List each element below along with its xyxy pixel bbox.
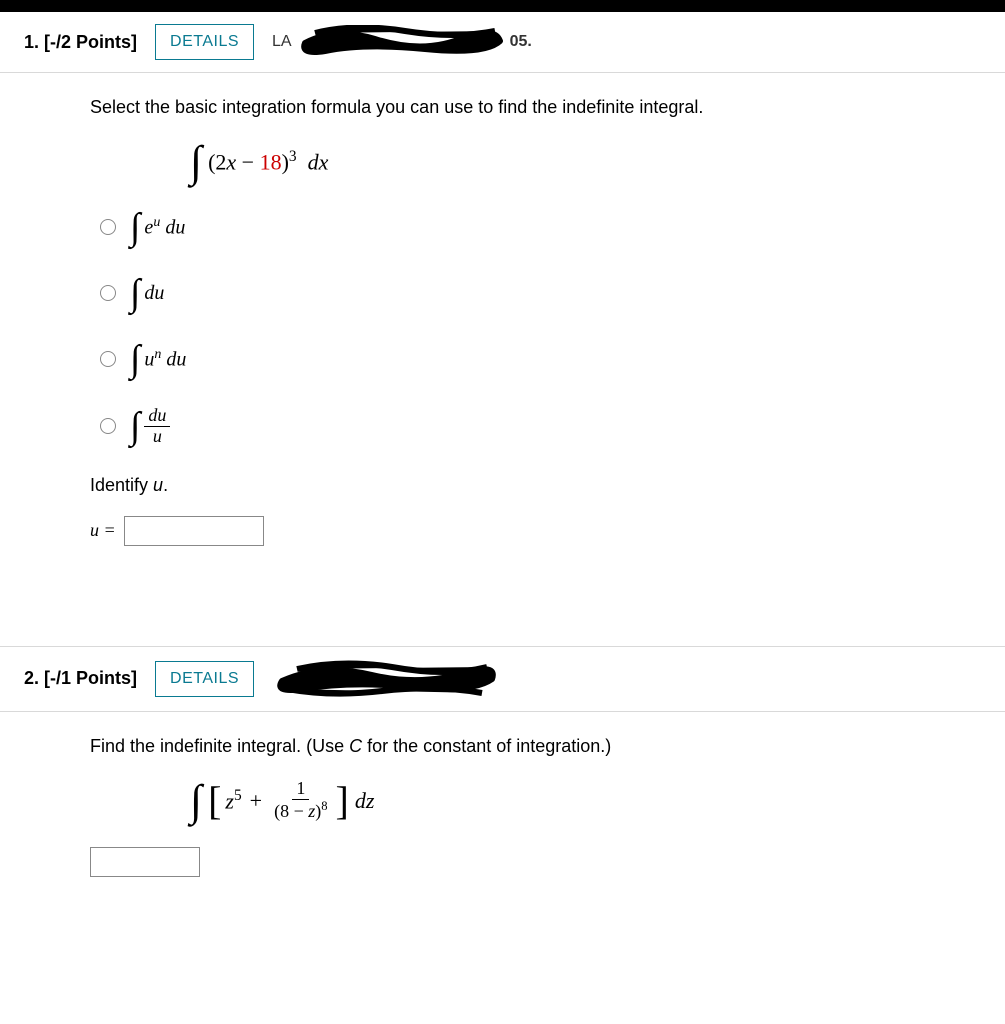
integral-icon: ∫ [130,208,140,246]
details-button[interactable]: DETAILS [155,24,254,60]
details-button[interactable]: DETAILS [155,661,254,697]
q2-header: 2. [-/1 Points] DETAILS [0,646,1005,712]
q2-answer-row [90,847,965,877]
u-answer-input[interactable] [124,516,264,546]
q2-prompt: Find the indefinite integral. (Use C for… [90,736,965,757]
integral-icon: ∫ [130,340,140,378]
right-bracket-icon: ] [336,781,349,821]
radio-button[interactable] [100,285,116,301]
q1-body: Select the basic integration formula you… [0,73,1005,586]
scribble-redaction [272,659,502,699]
q1-options: ∫ eu du ∫ du ∫ un du ∫ du u [100,208,965,447]
integral-icon: ∫ [190,140,202,184]
q2-answer-input[interactable] [90,847,200,877]
q2-number: 2. [-/1 Points] [24,668,137,689]
left-bracket-icon: [ [208,781,221,821]
option-math: ∫ un du [130,340,186,378]
identify-prompt: Identify u. [90,475,965,496]
q1-prompt: Select the basic integration formula you… [90,97,965,118]
top-black-bar [0,0,1005,12]
q1-integral-display: ∫ (2x − 18)3 dx [190,140,965,184]
option-du-over-u[interactable]: ∫ du u [100,406,965,447]
scribble-redaction [295,25,505,59]
option-math: ∫ du u [130,406,170,447]
q2-integral-display: ∫ [ z5 + 1 (8 − z)8 ] dz [190,779,965,823]
option-math: ∫ eu du [130,208,185,246]
q2-body: Find the indefinite integral. (Use C for… [0,712,1005,907]
option-eu-du[interactable]: ∫ eu du [100,208,965,246]
integral-icon: ∫ [130,274,140,312]
option-un-du[interactable]: ∫ un du [100,340,965,378]
radio-button[interactable] [100,351,116,367]
radio-button[interactable] [100,418,116,434]
integral-icon: ∫ [130,407,140,445]
q2-reference [272,659,502,699]
q1-number: 1. [-/2 Points] [24,32,137,53]
u-equals-row: u = [90,516,965,546]
q1-header: 1. [-/2 Points] DETAILS LA 05. [0,12,1005,73]
integral-icon: ∫ [190,779,202,823]
option-du[interactable]: ∫ du [100,274,965,312]
q1-reference: LA 05. [272,25,532,59]
radio-button[interactable] [100,219,116,235]
option-math: ∫ du [130,274,164,312]
u-equals-label: u = [90,520,116,541]
